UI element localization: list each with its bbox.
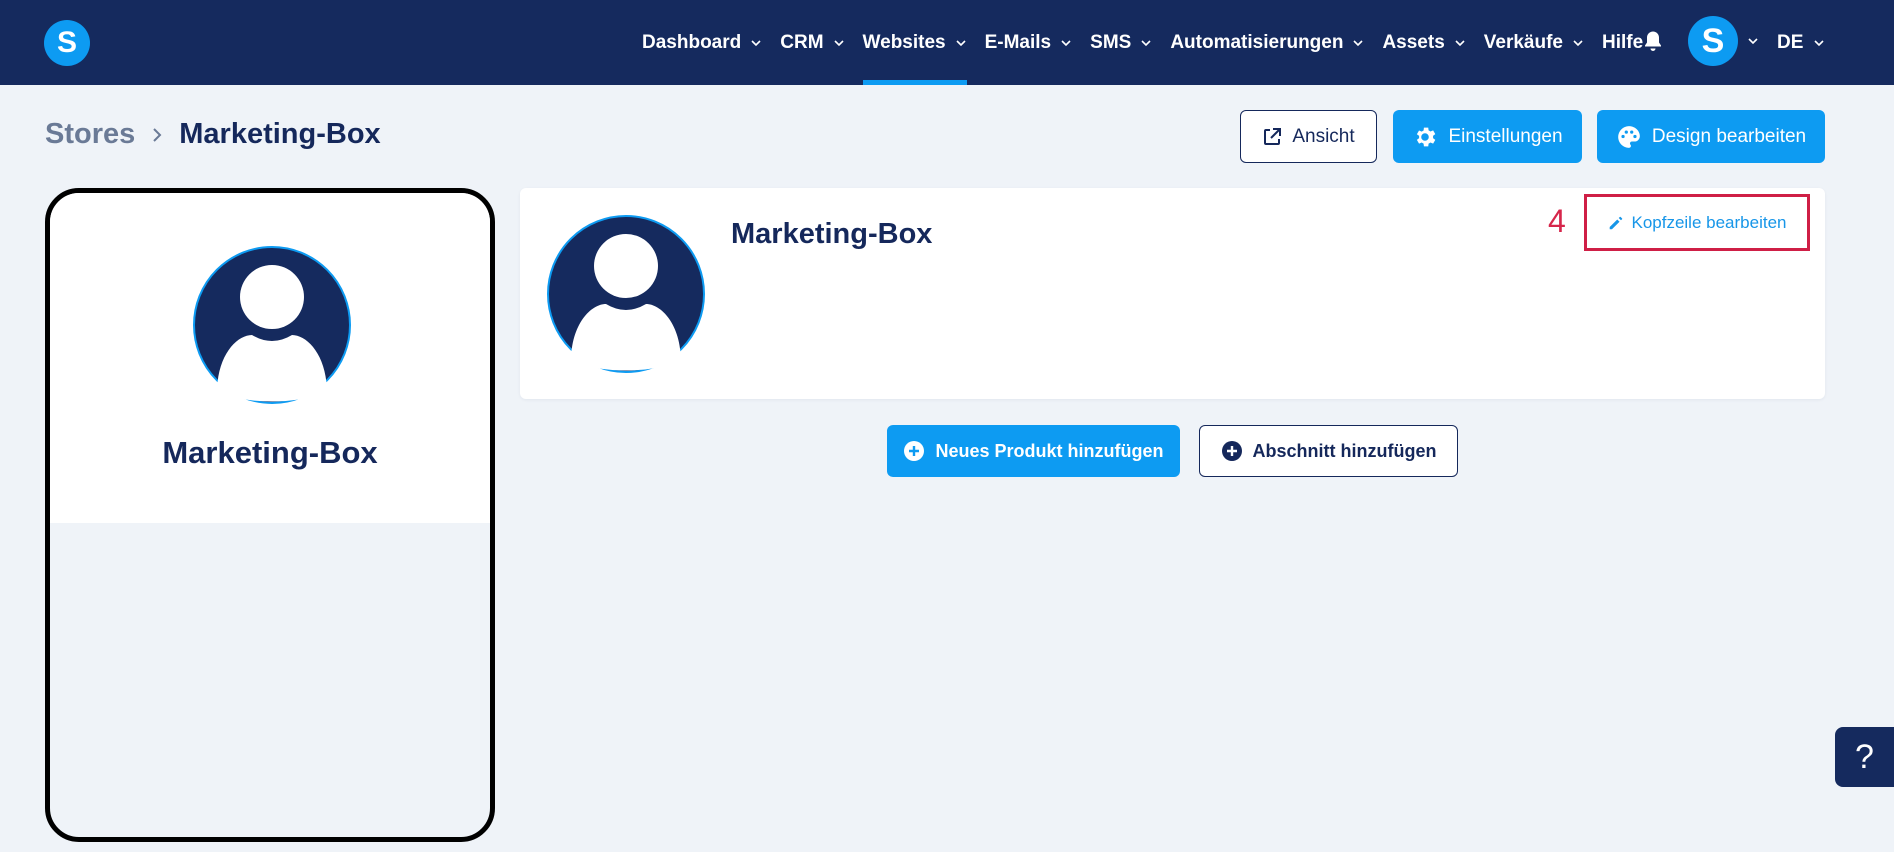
edit-design-button-label: Design bearbeiten [1651,125,1807,147]
chevron-down-icon [1455,39,1465,46]
main-menu: Dashboard CRM Websites E-Mails SMS Automatisi… [642,0,1661,85]
chevron-down-icon [1141,39,1151,46]
palette-icon [1618,125,1640,148]
nav-item-label: Websites [862,31,946,53]
chevron-down-icon [956,39,966,46]
chevron-down-icon[interactable] [1747,35,1759,47]
brand-logo[interactable]: S [44,20,90,66]
nav-item-label: Automatisierungen [1170,31,1344,53]
nav-item-websites[interactable]: Websites [862,0,967,85]
mobile-preview: Marketing-Box [45,188,495,842]
gear-icon [1417,127,1436,146]
user-avatar[interactable]: S [1688,16,1738,66]
view-button[interactable]: Ansicht [1240,110,1377,163]
chevron-right-icon [153,127,162,142]
nav-item-automatisierungen[interactable]: Automatisierungen [1170,0,1364,85]
store-title: Marketing-Box [731,218,933,250]
nav-item-label: Assets [1382,31,1445,53]
nav-item-assets[interactable]: Assets [1382,0,1465,85]
preview-store-name: Marketing-Box [162,435,378,470]
nav-item-label: CRM [780,31,824,53]
store-header-card: Marketing-Box 4 Kopfzeile bearbeiten [520,188,1825,399]
profile-avatar-icon[interactable] [546,214,706,374]
nav-item-label: Dashboard [642,31,742,53]
language-label: DE [1777,31,1804,53]
add-section-label: Abschnitt hinzufügen [1252,440,1437,461]
edit-design-button[interactable]: Design bearbeiten [1597,110,1825,163]
external-link-icon [1264,127,1282,145]
pencil-icon [1610,216,1623,229]
nav-item-sms[interactable]: SMS [1090,0,1152,85]
nav-item-label: Verkäufe [1483,31,1564,53]
nav-item-label: Hilfe [1602,31,1644,53]
chevron-down-icon [751,39,761,46]
chevron-down-icon [1353,39,1364,46]
nav-item-e-mails[interactable]: E-Mails [985,0,1073,85]
edit-header-button[interactable]: Kopfzeile bearbeiten [1584,194,1810,251]
nav-item-dashboard[interactable]: Dashboard [642,0,762,85]
breadcrumb: Stores Marketing-Box [45,118,381,151]
breadcrumb-stores-link[interactable]: Stores [45,118,135,151]
chevron-down-icon [1573,39,1583,46]
add-section-button[interactable]: Abschnitt hinzufügen [1199,425,1458,477]
plus-circle-icon [904,441,925,461]
settings-button-label: Einstellungen [1448,125,1563,147]
page-title: Marketing-Box [179,118,381,150]
nav-item-verkäufe[interactable]: Verkäufe [1484,0,1584,85]
nav-item-crm[interactable]: CRM [780,0,844,85]
chevron-down-icon [1814,39,1824,46]
top-navigation: S Dashboard CRM Websites E-Mails SMS Automati… [0,0,1894,85]
nav-item-label: E-Mails [984,31,1052,53]
bell-icon[interactable] [1641,29,1665,53]
chevron-down-icon [1061,39,1071,46]
chevron-down-icon [833,39,844,46]
step-number-annotation: 4 [1548,203,1566,239]
help-button[interactable]: ? [1835,727,1894,787]
plus-circle-icon [1221,441,1242,461]
nav-item-label: SMS [1090,31,1132,53]
add-product-label: Neues Produkt hinzufügen [935,440,1164,461]
edit-header-label: Kopfzeile bearbeiten [1631,212,1787,232]
language-selector[interactable]: DE [1777,0,1825,85]
settings-button[interactable]: Einstellungen [1393,110,1582,163]
view-button-label: Ansicht [1292,125,1355,147]
preview-header: Marketing-Box [50,193,490,523]
nav-item-hilfe[interactable]: Hilfe [1602,0,1643,85]
profile-avatar-icon [193,246,351,404]
add-product-button[interactable]: Neues Produkt hinzufügen [887,425,1180,477]
